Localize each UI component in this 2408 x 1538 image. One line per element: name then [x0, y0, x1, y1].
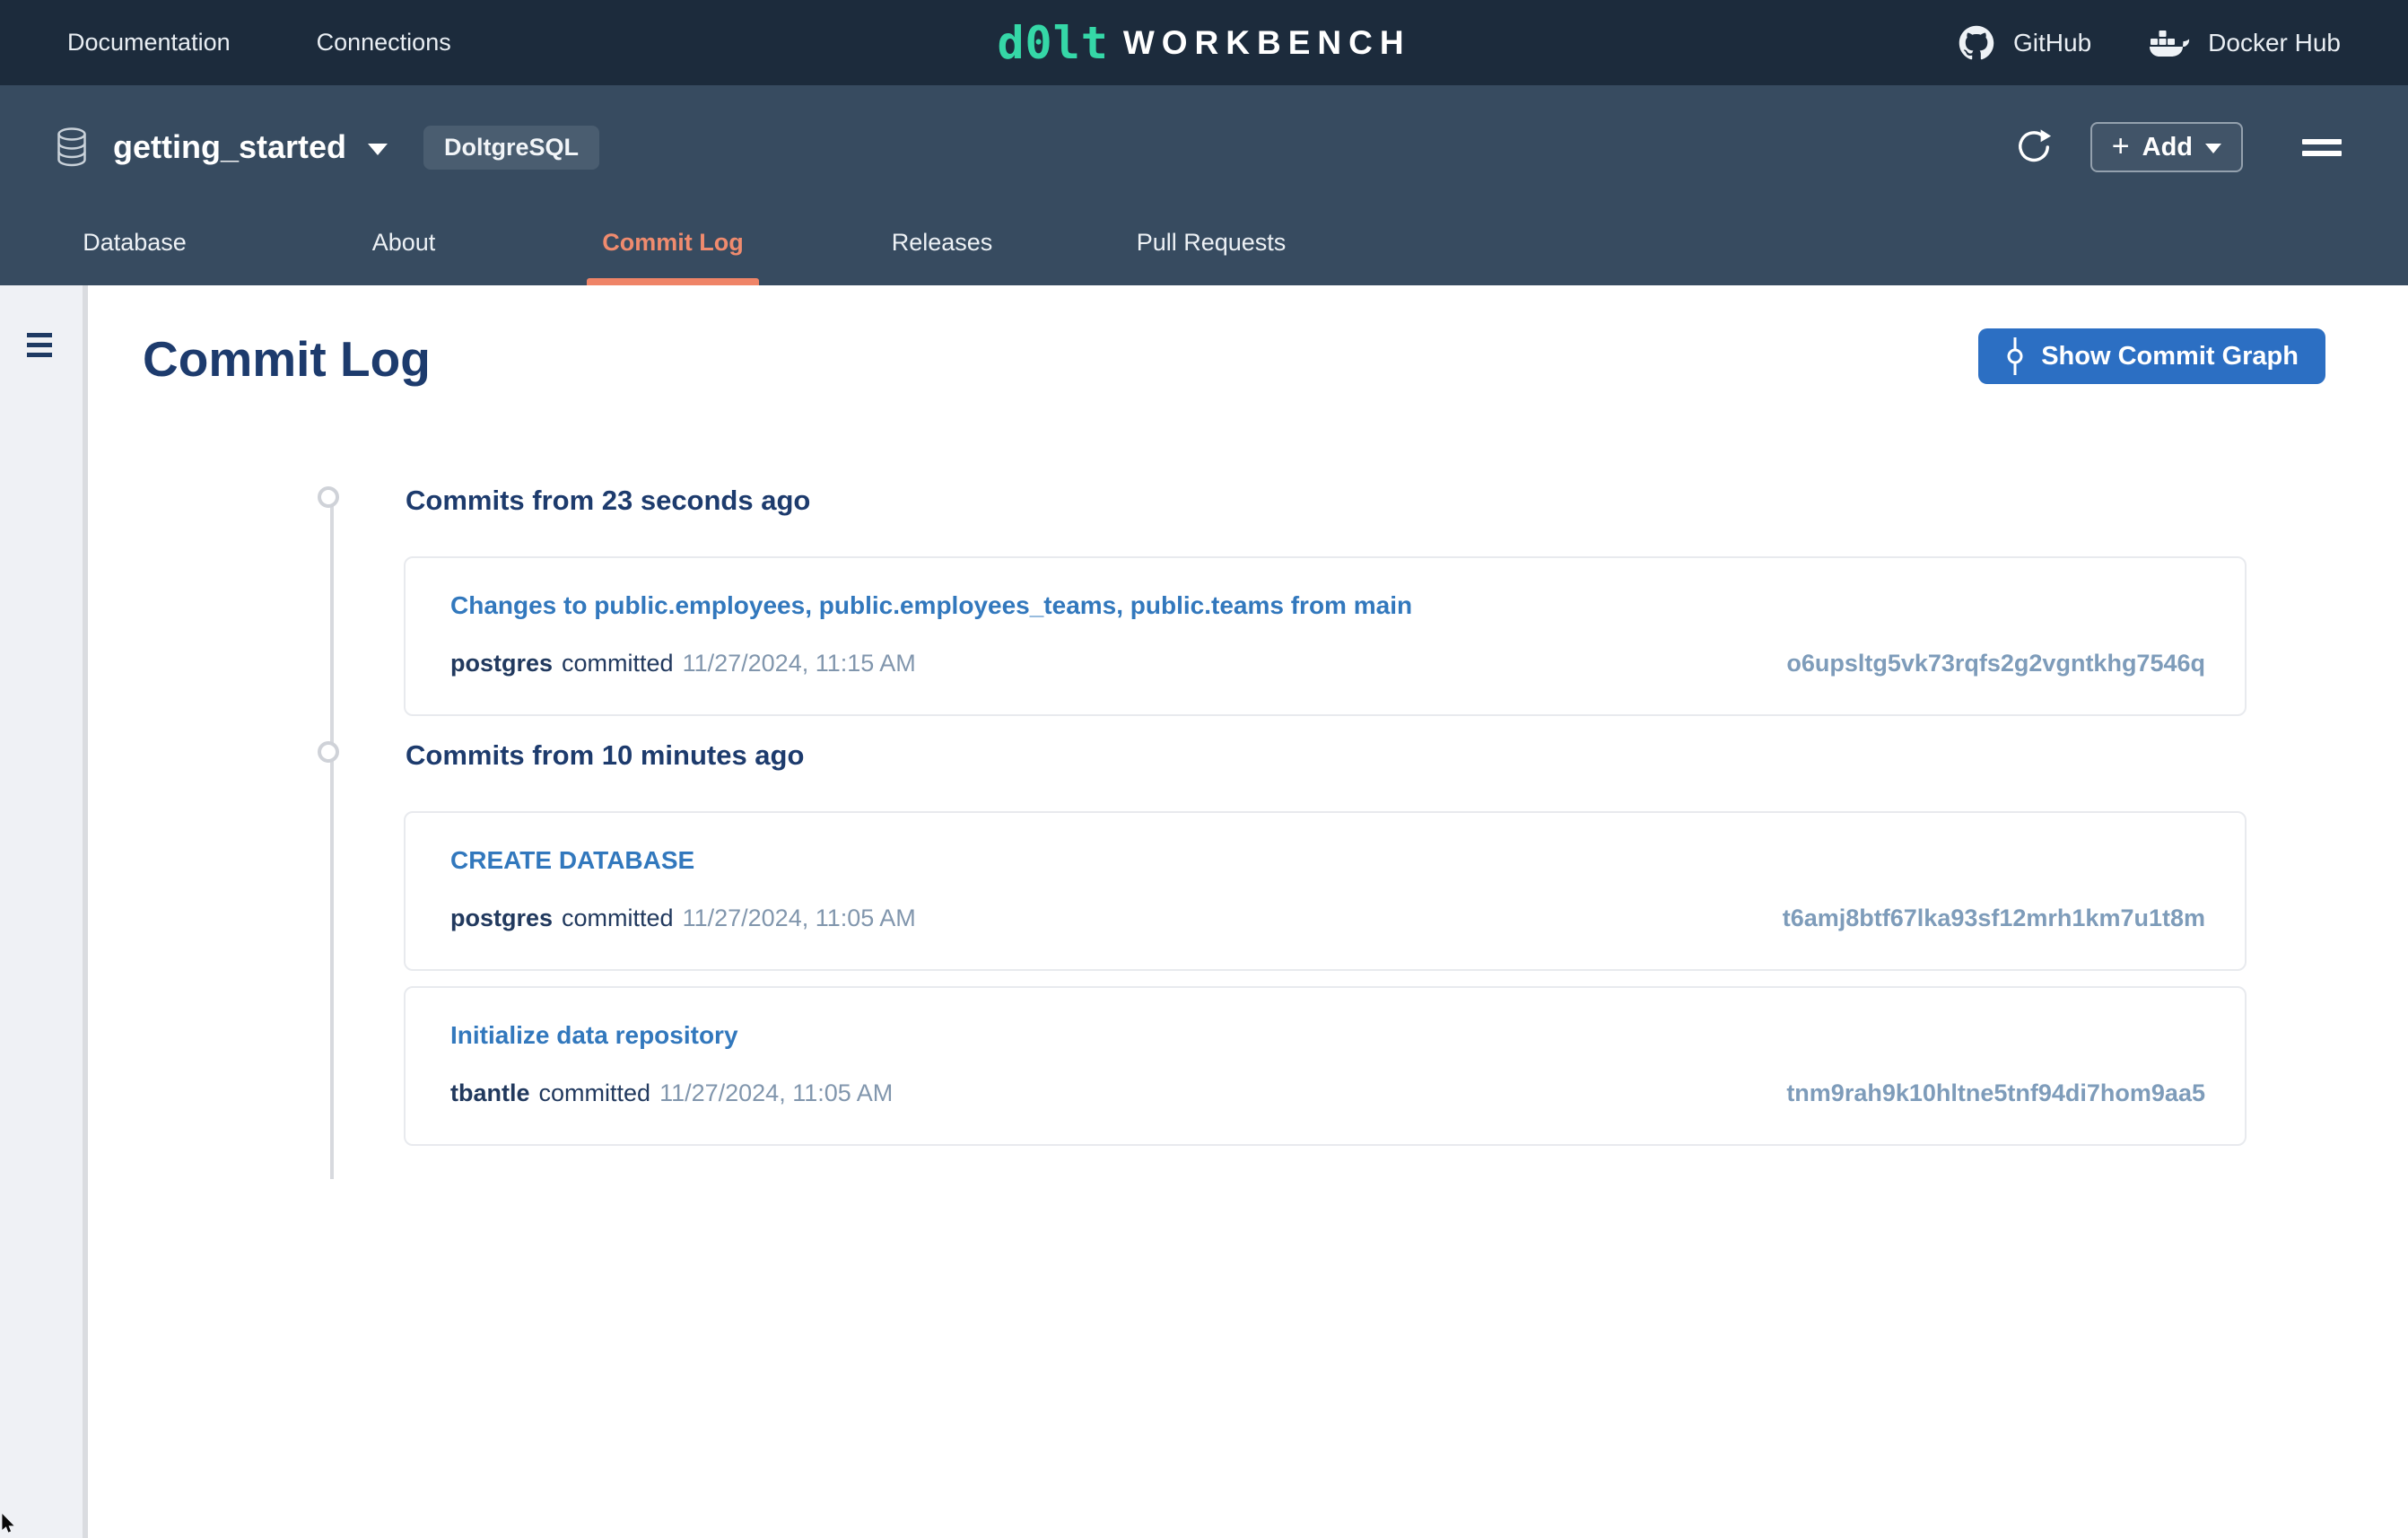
- commit-group-header: Commits from 23 seconds ago: [406, 487, 2408, 514]
- commit-action-text: committed: [539, 1079, 651, 1107]
- commit-message-link[interactable]: CREATE DATABASE: [450, 847, 694, 874]
- commit-author: postgres: [450, 904, 553, 932]
- commit-log-page: Commit Log Show Commit Graph Commits fro…: [88, 285, 2408, 1538]
- commit-meta-row: postgres committed 11/27/2024, 11:05 AM …: [450, 904, 2205, 932]
- tab-database-label: Database: [83, 229, 187, 257]
- commit-author: postgres: [450, 650, 553, 677]
- hamburger-icon: [27, 333, 52, 357]
- database-header: getting_started DoltgreSQL + Add: [0, 85, 2408, 285]
- top-nav-external-links: GitHub Docker Hub: [1958, 24, 2341, 62]
- docker-icon: [2149, 27, 2190, 59]
- commit-hash[interactable]: o6upsltg5vk73rqfs2g2vgntkhg7546q: [1786, 650, 2205, 677]
- tab-database[interactable]: Database: [0, 200, 269, 285]
- add-button[interactable]: + Add: [2090, 122, 2243, 172]
- top-nav-links: Documentation Connections: [67, 29, 451, 57]
- commit-hash[interactable]: tnm9rah9k10hltne5tnf94di7hom9aa5: [1786, 1079, 2205, 1107]
- content-area: Commit Log Show Commit Graph Commits fro…: [0, 285, 2408, 1538]
- chevron-down-icon: [368, 144, 388, 155]
- commit-date: 11/27/2024, 11:15 AM: [683, 650, 916, 677]
- header-menu-button[interactable]: [2302, 133, 2342, 162]
- tab-releases[interactable]: Releases: [807, 200, 1077, 285]
- refresh-icon: [2015, 128, 2053, 166]
- tab-commit-log-label: Commit Log: [602, 229, 743, 257]
- docker-hub-link[interactable]: Docker Hub: [2149, 27, 2341, 59]
- database-type-badge: DoltgreSQL: [423, 126, 599, 170]
- commit-group-header: Commits from 10 minutes ago: [406, 742, 2408, 769]
- github-icon: [1958, 24, 1995, 62]
- mouse-cursor-icon: [2, 1514, 16, 1538]
- commit-action-text: committed: [562, 904, 674, 932]
- database-breadcrumb-row: getting_started DoltgreSQL + Add: [0, 85, 2408, 200]
- chevron-down-icon: [2205, 144, 2221, 153]
- timeline-line: [330, 501, 334, 1179]
- tab-about-label: About: [372, 229, 436, 257]
- tab-commit-log[interactable]: Commit Log: [538, 200, 807, 285]
- tab-releases-label: Releases: [892, 229, 993, 257]
- timeline-dot: [318, 486, 339, 508]
- plus-icon: +: [2112, 131, 2130, 162]
- commit-date: 11/27/2024, 11:05 AM: [659, 1079, 893, 1107]
- database-selector[interactable]: getting_started: [88, 128, 388, 166]
- database-tabs: Database About Commit Log Releases Pull …: [0, 200, 2408, 285]
- commit-list: Commits from 23 seconds ago Changes to p…: [88, 487, 2408, 1146]
- commit-card: CREATE DATABASE postgres committed 11/27…: [404, 811, 2247, 971]
- logo-suffix-text: WORKBENCH: [1123, 26, 1411, 59]
- commit-message-link[interactable]: Changes to public.employees, public.empl…: [450, 592, 1412, 619]
- tab-pull-requests[interactable]: Pull Requests: [1077, 200, 1346, 285]
- commit-date: 11/27/2024, 11:05 AM: [683, 904, 916, 932]
- dolt-workbench-logo[interactable]: d0lt WORKBENCH: [997, 21, 1410, 66]
- commit-hash[interactable]: t6amj8btf67lka93sf12mrh1km7u1t8m: [1783, 904, 2205, 932]
- logo-brand-text: d0lt: [997, 21, 1108, 66]
- commit-action-text: committed: [562, 650, 674, 677]
- hamburger-icon: [2302, 139, 2342, 156]
- commit-message-link[interactable]: Initialize data repository: [450, 1022, 738, 1049]
- github-link[interactable]: GitHub: [1958, 24, 2091, 62]
- commit-meta-row: postgres committed 11/27/2024, 11:15 AM …: [450, 650, 2205, 677]
- sidebar-toggle-button[interactable]: [27, 333, 52, 357]
- database-icon: [56, 127, 88, 168]
- commit-graph-icon: [2005, 337, 2025, 375]
- timeline-dot: [318, 741, 339, 763]
- commit-author: tbantle: [450, 1079, 530, 1107]
- header-controls: + Add: [2015, 122, 2342, 172]
- commit-meta-row: tbantle committed 11/27/2024, 11:05 AM t…: [450, 1079, 2205, 1107]
- commit-card: Changes to public.employees, public.empl…: [404, 556, 2247, 716]
- top-nav-bar: Documentation Connections d0lt WORKBENCH…: [0, 0, 2408, 85]
- nav-connections-link[interactable]: Connections: [317, 29, 451, 57]
- commit-card: Initialize data repository tbantle commi…: [404, 986, 2247, 1146]
- tab-about[interactable]: About: [269, 200, 538, 285]
- database-name: getting_started: [113, 128, 346, 166]
- left-sidebar: [0, 285, 88, 1538]
- tab-pull-requests-label: Pull Requests: [1137, 229, 1287, 257]
- github-link-label: GitHub: [2013, 29, 2091, 57]
- show-commit-graph-label: Show Commit Graph: [2041, 342, 2299, 371]
- refresh-button[interactable]: [2015, 128, 2053, 166]
- show-commit-graph-button[interactable]: Show Commit Graph: [1978, 328, 2325, 384]
- add-button-label: Add: [2142, 133, 2193, 162]
- active-tab-underline: [587, 278, 759, 285]
- nav-documentation-link[interactable]: Documentation: [67, 29, 231, 57]
- docker-hub-link-label: Docker Hub: [2208, 29, 2341, 57]
